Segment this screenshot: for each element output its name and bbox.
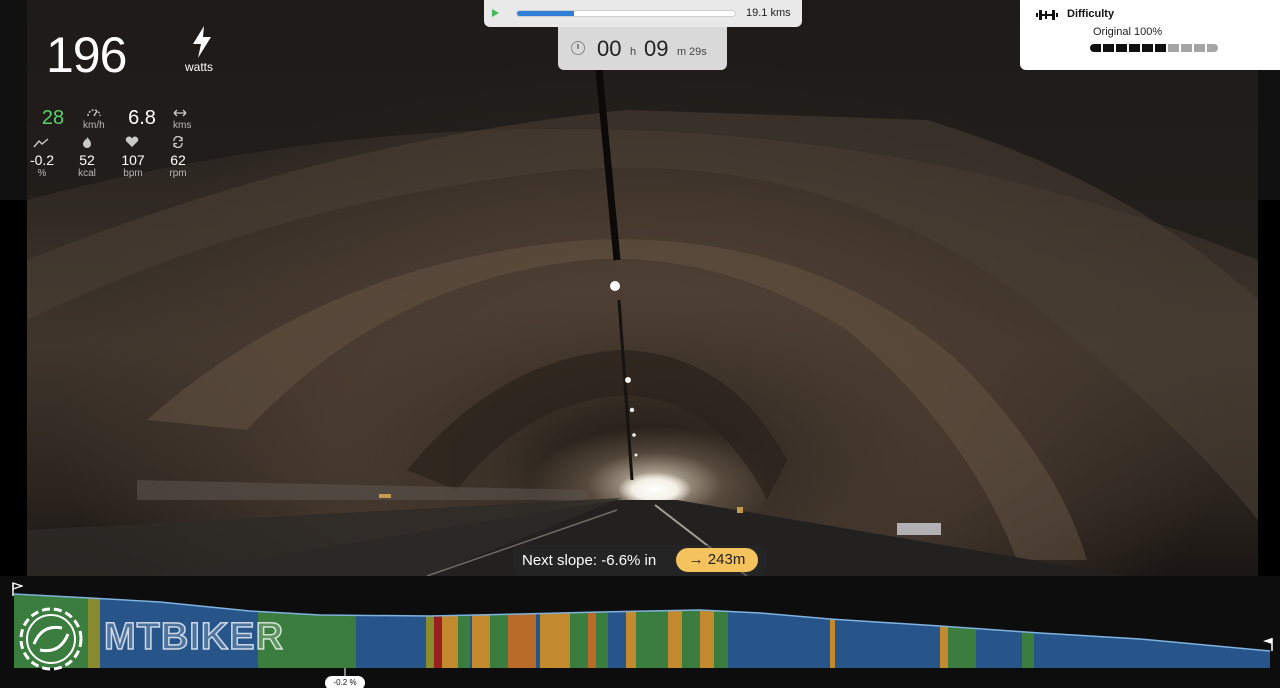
clock-icon — [571, 41, 585, 55]
slope-icon — [33, 138, 49, 148]
elapsed-timer: 00 h 09 m 29s — [558, 27, 727, 70]
mtbiker-wordmark: MTBIKER — [103, 615, 285, 659]
distance-arrows-icon — [173, 109, 187, 117]
heart-rate-value: 107 — [121, 152, 145, 168]
calories-stat: 52 kcal — [70, 152, 104, 179]
ride-screen: 196 watts 28 km/h 6.8 kms -0.2 % 52 kcal… — [0, 0, 1280, 688]
speedometer-icon — [87, 109, 101, 117]
difficulty-segment — [1181, 44, 1192, 52]
difficulty-level-bar[interactable] — [1090, 44, 1218, 52]
heart-icon — [125, 136, 139, 147]
difficulty-segment — [1155, 44, 1166, 52]
route-progress-fill — [517, 11, 574, 16]
difficulty-segment — [1142, 44, 1153, 52]
route-total-distance: 19.1 kms — [746, 7, 791, 19]
dumbbell-icon — [1036, 10, 1058, 20]
cadence-unit: rpm — [169, 168, 187, 179]
speed-stat: 28 — [36, 107, 70, 130]
current-slope-marker: -0.2 % — [325, 676, 365, 688]
lightning-bolt-icon — [193, 26, 211, 58]
speed-value: 28 — [41, 107, 65, 129]
cadence-icon — [173, 136, 183, 148]
difficulty-segment — [1194, 44, 1205, 52]
finish-flag-icon — [1263, 638, 1273, 651]
distance-stat: 6.8 — [123, 107, 161, 130]
slope-value: -0.2 — [29, 152, 55, 168]
difficulty-segment — [1129, 44, 1140, 52]
slope-unit: % — [37, 168, 47, 179]
next-slope-banner: Next slope: -6.6% in → 243m — [514, 545, 766, 576]
next-slope-text: Next slope: -6.6% in — [522, 552, 657, 569]
play-icon[interactable] — [492, 9, 499, 17]
start-flag-icon — [12, 582, 23, 596]
difficulty-segment — [1116, 44, 1127, 52]
timer-minutes: 09 — [644, 36, 669, 61]
heart-rate-unit: bpm — [123, 168, 143, 179]
power-unit: watts — [185, 60, 214, 74]
difficulty-subtitle: Original 100% — [1093, 26, 1163, 38]
difficulty-segment — [1207, 44, 1218, 52]
power-value: 196 — [46, 27, 127, 83]
next-slope-distance: → 243m — [676, 548, 758, 572]
calories-unit: kcal — [78, 168, 96, 179]
cadence-value: 62 — [170, 152, 186, 168]
timer-hours-label: h — [630, 46, 637, 58]
difficulty-title: Difficulty — [1067, 8, 1115, 20]
cadence-stat: 62 rpm — [161, 152, 195, 179]
difficulty-segment — [1103, 44, 1114, 52]
difficulty-segment — [1090, 44, 1101, 52]
route-progress-track[interactable] — [516, 10, 736, 17]
flame-icon — [83, 137, 91, 148]
difficulty-segment — [1168, 44, 1179, 52]
mtbiker-gear-logo — [19, 607, 83, 671]
speed-unit: km/h — [83, 120, 105, 131]
heart-rate-stat: 107 bpm — [115, 152, 151, 179]
slope-stat: -0.2 % — [24, 152, 60, 179]
distance-unit: kms — [173, 120, 192, 131]
timer-seconds: 29s — [689, 46, 707, 58]
difficulty-panel[interactable]: Difficulty Original 100% — [1020, 0, 1280, 70]
timer-hours: 00 — [597, 36, 622, 61]
ride-stats-panel: 196 watts 28 km/h 6.8 kms -0.2 % 52 kcal… — [0, 0, 230, 200]
route-progress-bar: 19.1 kms — [484, 0, 802, 27]
distance-value: 6.8 — [128, 107, 156, 129]
calories-value: 52 — [79, 152, 95, 168]
timer-minutes-label: m — [677, 46, 687, 58]
